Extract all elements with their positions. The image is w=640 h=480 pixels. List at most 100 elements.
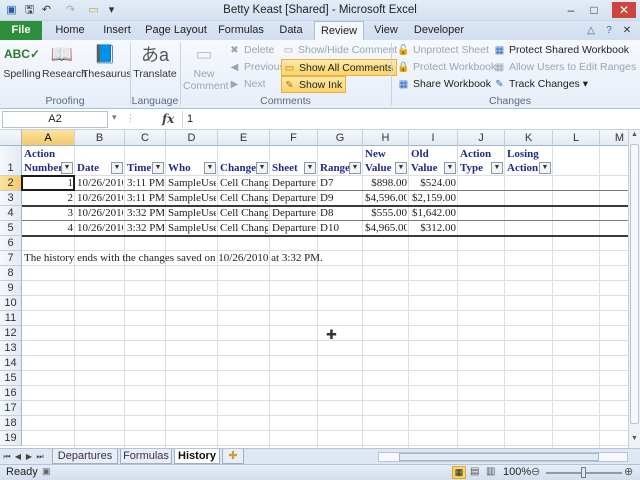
show-all-comments-button[interactable]: ▭ Show All Comments: [281, 59, 397, 76]
minimize-ribbon-icon[interactable]: △: [582, 23, 600, 39]
tab-data[interactable]: Data: [274, 21, 308, 40]
table-cell[interactable]: 3:32 PM: [127, 207, 164, 220]
table-cell[interactable]: [507, 192, 551, 205]
page-break-view-icon[interactable]: ▥: [486, 466, 495, 477]
table-cell[interactable]: [460, 207, 503, 220]
help-icon[interactable]: ?: [600, 23, 618, 39]
table-cell[interactable]: [507, 207, 551, 220]
next-sheet-icon[interactable]: ▶: [24, 451, 34, 463]
table-cell[interactable]: D10: [320, 222, 361, 235]
table-cell[interactable]: SampleUser: [168, 192, 216, 205]
row-header-14[interactable]: 14: [0, 356, 22, 371]
table-cell[interactable]: Cell Change: [220, 192, 268, 205]
row-header-10[interactable]: 10: [0, 296, 22, 311]
filter-dropdown-icon[interactable]: ▼: [204, 162, 216, 174]
share-workbook-button[interactable]: ▦ Share Workbook: [396, 76, 491, 93]
column-header-l[interactable]: L: [553, 130, 600, 146]
table-cell[interactable]: $524.00: [411, 177, 456, 190]
table-cell[interactable]: Cell Change: [220, 222, 268, 235]
active-cell-selection[interactable]: [21, 175, 75, 191]
zoom-out-icon[interactable]: ⊖: [531, 465, 540, 478]
table-cell[interactable]: SampleUser: [168, 177, 216, 190]
vertical-scroll-thumb[interactable]: [630, 144, 639, 424]
formula-divider-icon[interactable]: ⋮: [126, 113, 135, 124]
row-header-3[interactable]: 3: [0, 191, 22, 206]
normal-view-icon[interactable]: ▦: [452, 466, 466, 479]
filter-dropdown-icon[interactable]: ▼: [491, 162, 503, 174]
vertical-scrollbar[interactable]: ▲ ▼: [628, 130, 640, 448]
row-header-12[interactable]: 12: [0, 326, 22, 341]
table-cell[interactable]: Departures: [272, 192, 316, 205]
column-header-d[interactable]: D: [166, 130, 218, 146]
sheet-tab-departures[interactable]: Departures: [52, 449, 118, 464]
column-header-a[interactable]: A: [22, 130, 75, 146]
restore-window-icon[interactable]: ✕: [618, 23, 636, 39]
tab-home[interactable]: Home: [50, 21, 90, 40]
name-box[interactable]: A2: [2, 111, 108, 128]
row-header-15[interactable]: 15: [0, 371, 22, 386]
table-cell[interactable]: $312.00: [411, 222, 456, 235]
close-button[interactable]: ✕: [612, 2, 636, 18]
track-changes-button[interactable]: ✎ Track Changes ▾: [492, 76, 588, 93]
table-cell[interactable]: $4,965.00: [365, 222, 407, 235]
table-cell[interactable]: Cell Change: [220, 177, 268, 190]
horizontal-scrollbar[interactable]: [378, 452, 628, 462]
insert-sheet-icon[interactable]: ✚: [222, 449, 244, 464]
row-header-16[interactable]: 16: [0, 386, 22, 401]
table-cell[interactable]: $2,159.00: [411, 192, 456, 205]
show-hide-comment-button[interactable]: ▭ Show/Hide Comment: [281, 42, 397, 59]
protect-shared-workbook-button[interactable]: ▦ Protect Shared Workbook: [492, 42, 629, 59]
prev-sheet-icon[interactable]: ◀: [13, 451, 23, 463]
sheet-tab-history[interactable]: History: [174, 449, 220, 464]
row-header-13[interactable]: 13: [0, 341, 22, 356]
tab-page-layout[interactable]: Page Layout: [144, 21, 208, 40]
research-button[interactable]: 📖 Research: [42, 42, 87, 81]
page-layout-view-icon[interactable]: ▤: [470, 466, 479, 477]
table-cell[interactable]: D7: [320, 177, 361, 190]
show-ink-button[interactable]: ✎ Show Ink: [281, 76, 347, 93]
zoom-slider-thumb[interactable]: [581, 467, 586, 478]
table-cell[interactable]: [507, 177, 551, 190]
column-header-i[interactable]: I: [409, 130, 458, 146]
table-cell[interactable]: 10/26/2010: [77, 177, 123, 190]
filter-dropdown-icon[interactable]: ▼: [111, 162, 123, 174]
column-header-k[interactable]: K: [505, 130, 553, 146]
table-cell[interactable]: [460, 177, 503, 190]
row-header-2[interactable]: 2: [0, 176, 22, 191]
first-sheet-icon[interactable]: ⏮: [2, 451, 12, 463]
row-header-7[interactable]: 7: [0, 251, 22, 266]
filter-dropdown-icon[interactable]: ▼: [61, 162, 73, 174]
macro-record-icon[interactable]: ▣: [42, 466, 51, 477]
column-header-b[interactable]: B: [75, 130, 125, 146]
table-cell[interactable]: D8: [320, 207, 361, 220]
select-all-corner[interactable]: [0, 130, 22, 146]
table-cell[interactable]: 3:32 PM: [127, 222, 164, 235]
table-cell[interactable]: Departures: [272, 207, 316, 220]
tab-developer[interactable]: Developer: [410, 21, 468, 40]
row-header-8[interactable]: 8: [0, 266, 22, 281]
table-cell[interactable]: 10/26/2010: [77, 192, 123, 205]
column-header-j[interactable]: J: [458, 130, 505, 146]
row-header-4[interactable]: 4: [0, 206, 22, 221]
table-cell[interactable]: $4,596.00: [365, 192, 407, 205]
table-cell[interactable]: 10/26/2010: [77, 207, 123, 220]
column-header-e[interactable]: E: [218, 130, 270, 146]
insert-function-icon[interactable]: fx: [162, 112, 174, 126]
filter-dropdown-icon[interactable]: ▼: [444, 162, 456, 174]
name-box-dropdown-icon[interactable]: ▾: [112, 112, 117, 123]
maximize-button[interactable]: □: [585, 2, 603, 18]
row-header-19[interactable]: 19: [0, 431, 22, 446]
table-cell[interactable]: 3:11 PM: [127, 192, 164, 205]
minimize-button[interactable]: –: [562, 2, 580, 18]
filter-dropdown-icon[interactable]: ▼: [256, 162, 268, 174]
table-cell[interactable]: 3: [24, 207, 74, 220]
row-header-9[interactable]: 9: [0, 281, 22, 296]
row-header-1[interactable]: 1: [0, 146, 22, 176]
table-cell[interactable]: 2: [24, 192, 74, 205]
row-header-6[interactable]: 6: [0, 236, 22, 251]
protect-workbook-button[interactable]: 🔒 Protect Workbook: [396, 59, 496, 76]
column-header-c[interactable]: C: [125, 130, 166, 146]
filter-dropdown-icon[interactable]: ▼: [304, 162, 316, 174]
table-cell[interactable]: SampleUser: [168, 207, 216, 220]
filter-dropdown-icon[interactable]: ▼: [349, 162, 361, 174]
